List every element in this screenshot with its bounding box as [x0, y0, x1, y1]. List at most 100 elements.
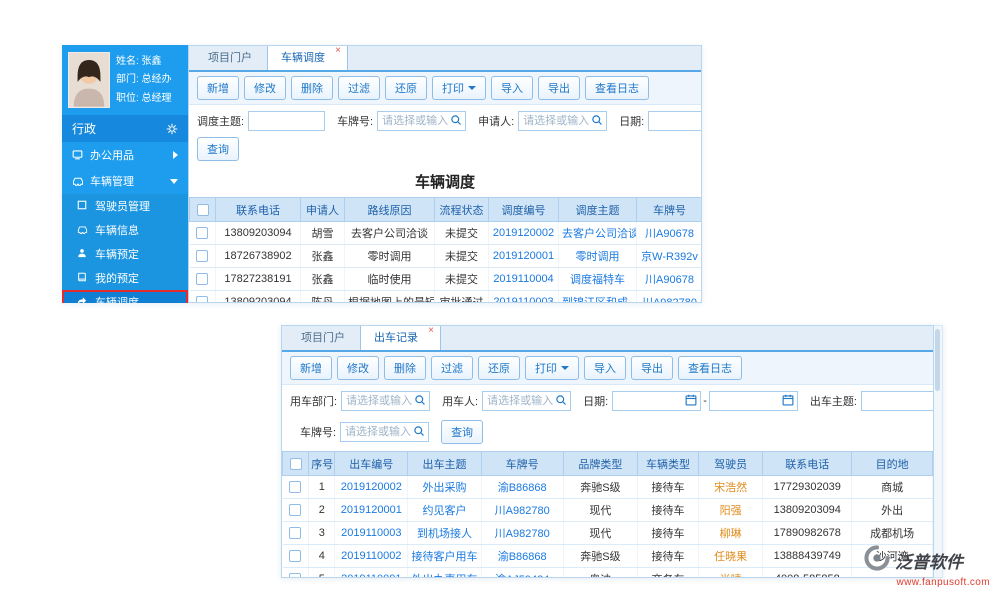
- table-row[interactable]: 3 2019110003 到机场接人 川A982780 现代 接待车 柳琳 17…: [283, 522, 933, 545]
- trip-code-link[interactable]: 2019120002: [335, 476, 408, 499]
- search-icon[interactable]: [555, 394, 567, 409]
- tab-vehicle-dispatch[interactable]: 车辆调度 ×: [267, 45, 348, 70]
- view-log-button[interactable]: 查看日志: [678, 356, 742, 380]
- row-checkbox[interactable]: [196, 250, 208, 262]
- search-icon[interactable]: [414, 394, 426, 409]
- dispatch-code-link[interactable]: 2019110003: [489, 291, 559, 304]
- row-checkbox[interactable]: [289, 550, 301, 562]
- driver-link[interactable]: 任晓果: [698, 545, 763, 568]
- trip-subject-link[interactable]: 到机场接人: [408, 522, 482, 545]
- row-checkbox[interactable]: [196, 296, 208, 303]
- trip-code-link[interactable]: 2019110003: [335, 522, 408, 545]
- dispatch-code-link[interactable]: 2019120002: [489, 222, 559, 245]
- date-to-input[interactable]: [714, 393, 782, 409]
- delete-button[interactable]: 删除: [291, 76, 333, 100]
- driver-link[interactable]: 肖晴: [698, 568, 763, 579]
- select-all-checkbox[interactable]: [197, 204, 209, 216]
- driver-link[interactable]: 柳琳: [698, 522, 763, 545]
- plate-filter-input[interactable]: [382, 113, 450, 129]
- trip-code-link[interactable]: 2019110001: [335, 568, 408, 579]
- plate-link[interactable]: 川A982780: [481, 499, 563, 522]
- filter-button[interactable]: 过滤: [338, 76, 380, 100]
- plate-link[interactable]: 川A90678: [637, 268, 703, 291]
- trip-subject-link[interactable]: 接待客户用车: [408, 545, 482, 568]
- row-checkbox[interactable]: [289, 573, 301, 578]
- close-icon[interactable]: ×: [335, 45, 341, 56]
- tab-trip-records[interactable]: 出车记录 ×: [360, 325, 441, 350]
- export-button[interactable]: 导出: [538, 76, 580, 100]
- driver-link[interactable]: 宋浩然: [698, 476, 763, 499]
- row-checkbox[interactable]: [289, 527, 301, 539]
- search-icon[interactable]: [450, 114, 462, 129]
- export-button[interactable]: 导出: [631, 356, 673, 380]
- dispatch-subject-link[interactable]: 零时调用: [559, 245, 637, 268]
- print-button[interactable]: 打印: [525, 356, 579, 380]
- row-checkbox[interactable]: [289, 481, 301, 493]
- import-button[interactable]: 导入: [491, 76, 533, 100]
- view-log-button[interactable]: 查看日志: [585, 76, 649, 100]
- date-filter-input[interactable]: [653, 113, 701, 129]
- subject-filter-input[interactable]: [253, 113, 321, 129]
- tab-project-portal[interactable]: 项目门户: [195, 45, 265, 70]
- tab-project-portal[interactable]: 项目门户: [288, 325, 358, 350]
- plate-link[interactable]: 渝B86868: [481, 476, 563, 499]
- gear-icon[interactable]: [166, 123, 178, 135]
- dispatch-code-link[interactable]: 2019120001: [489, 245, 559, 268]
- import-button[interactable]: 导入: [584, 356, 626, 380]
- trip-code-link[interactable]: 2019120001: [335, 499, 408, 522]
- delete-button[interactable]: 删除: [384, 356, 426, 380]
- edit-button[interactable]: 修改: [337, 356, 379, 380]
- table-row[interactable]: 17827238191 张鑫 临时使用 未提交 2019110004 调度福特车…: [190, 268, 703, 291]
- table-row[interactable]: 13809203094 胡雪 去客户公司洽谈 未提交 2019120002 去客…: [190, 222, 703, 245]
- dispatch-code-link[interactable]: 2019110004: [489, 268, 559, 291]
- dept-filter-input[interactable]: [346, 393, 414, 409]
- restore-button[interactable]: 还原: [385, 76, 427, 100]
- plate-link[interactable]: 川A90678: [637, 222, 703, 245]
- trip-subject-link[interactable]: 外出办事用车: [408, 568, 482, 579]
- dispatch-subject-link[interactable]: 调度福特车: [559, 268, 637, 291]
- plate-link[interactable]: 川A982780: [481, 522, 563, 545]
- table-row[interactable]: 5 2019110001 外出办事用车 渝AJ59484 奥迪 商务车 肖晴 4…: [283, 568, 933, 579]
- trip-subject-link[interactable]: 约见客户: [408, 499, 482, 522]
- print-button[interactable]: 打印: [432, 76, 486, 100]
- table-row[interactable]: 2 2019120001 约见客户 川A982780 现代 接待车 阳强 138…: [283, 499, 933, 522]
- scrollbar-thumb[interactable]: [935, 329, 940, 391]
- sidebar-item-office-supplies[interactable]: 办公用品: [62, 142, 188, 168]
- trip-code-link[interactable]: 2019110002: [335, 545, 408, 568]
- dispatch-subject-link[interactable]: 去客户公司洽谈: [559, 222, 637, 245]
- trip-subject-link[interactable]: 外出采购: [408, 476, 482, 499]
- table-row[interactable]: 13809203094 陈丹 根据地图上的最短... 审批通过 20191100…: [190, 291, 703, 304]
- select-all-checkbox[interactable]: [290, 458, 302, 470]
- sidebar-item-driver-management[interactable]: 驾驶员管理: [62, 194, 188, 218]
- row-checkbox[interactable]: [196, 273, 208, 285]
- date-from-input[interactable]: [617, 393, 685, 409]
- sidebar-item-vehicle-dispatch[interactable]: 车辆调度: [62, 290, 188, 303]
- table-row[interactable]: 4 2019110002 接待客户用车 渝B86868 奔驰S级 接待车 任晓果…: [283, 545, 933, 568]
- sidebar-item-vehicle-management[interactable]: 车辆管理: [62, 168, 188, 194]
- add-button[interactable]: 新增: [290, 356, 332, 380]
- edit-button[interactable]: 修改: [244, 76, 286, 100]
- sidebar-item-vehicle-info[interactable]: 车辆信息: [62, 218, 188, 242]
- sidebar-section-admin[interactable]: 行政: [62, 115, 188, 142]
- row-checkbox[interactable]: [289, 504, 301, 516]
- vertical-scrollbar[interactable]: [934, 325, 943, 578]
- driver-link[interactable]: 阳强: [698, 499, 763, 522]
- query-button[interactable]: 查询: [441, 420, 483, 444]
- user-filter-input[interactable]: [487, 393, 555, 409]
- plate-link[interactable]: 渝AJ59484: [481, 568, 563, 579]
- sidebar-item-vehicle-booking[interactable]: 车辆预定: [62, 242, 188, 266]
- add-button[interactable]: 新增: [197, 76, 239, 100]
- restore-button[interactable]: 还原: [478, 356, 520, 380]
- calendar-icon[interactable]: [782, 394, 794, 409]
- search-icon[interactable]: [591, 114, 603, 129]
- row-checkbox[interactable]: [196, 227, 208, 239]
- trip-subject-filter-input[interactable]: [866, 393, 933, 409]
- calendar-icon[interactable]: [685, 394, 697, 409]
- applicant-filter-input[interactable]: [523, 113, 591, 129]
- search-icon[interactable]: [413, 425, 425, 440]
- table-row[interactable]: 1 2019120002 外出采购 渝B86868 奔驰S级 接待车 宋浩然 1…: [283, 476, 933, 499]
- table-row[interactable]: 18726738902 张鑫 零时调用 未提交 2019120001 零时调用 …: [190, 245, 703, 268]
- close-icon[interactable]: ×: [428, 325, 434, 336]
- plate-link[interactable]: 渝B86868: [481, 545, 563, 568]
- query-button[interactable]: 查询: [197, 137, 239, 161]
